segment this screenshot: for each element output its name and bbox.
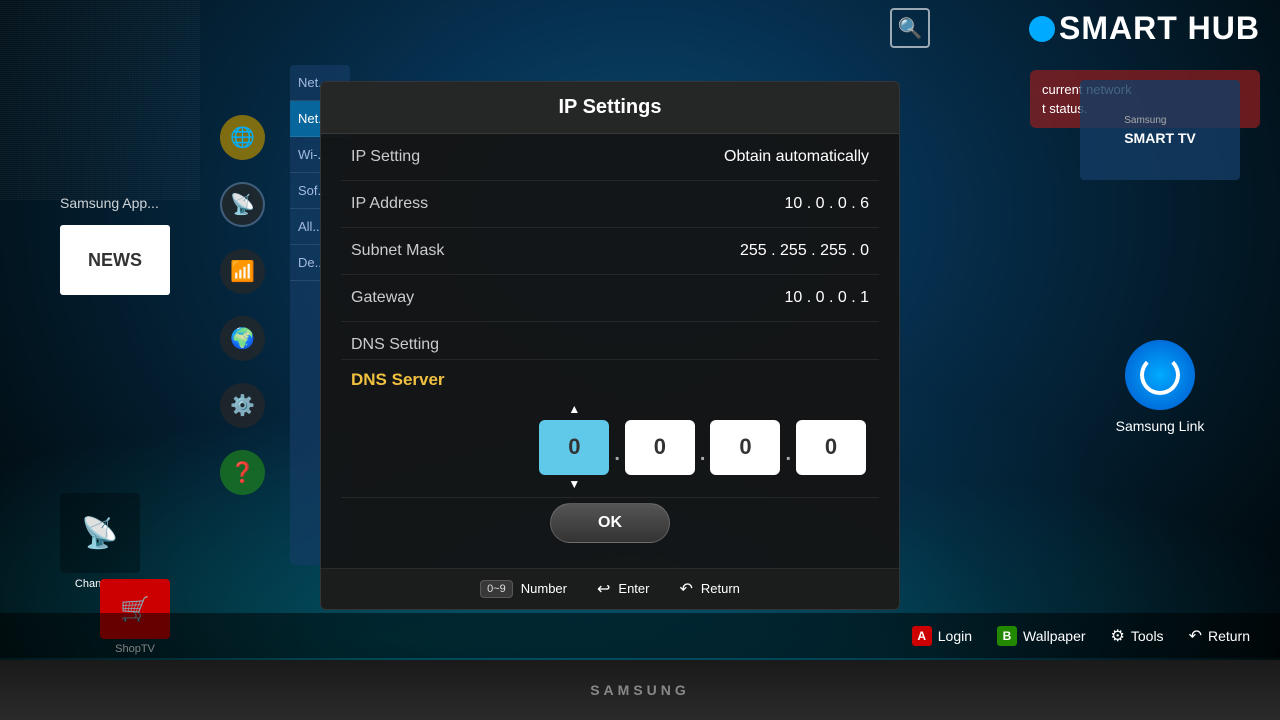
dns-setting-row: DNS Setting — [341, 322, 879, 359]
dns-box-1[interactable]: 0 — [625, 420, 695, 475]
ip-address-value: 10 . 0 . 0 . 6 — [785, 195, 870, 213]
dialog-footer: 0~9 Number ↩ Enter ↶ Return — [321, 568, 899, 609]
dialog-title: IP Settings — [321, 82, 899, 134]
footer-return: ↶ Return — [679, 579, 739, 599]
ok-button[interactable]: OK — [550, 503, 670, 543]
gateway-label: Gateway — [351, 289, 414, 307]
footer-number-label: Number — [521, 581, 567, 596]
footer-number: 0~9 Number — [480, 579, 567, 599]
footer-enter-label: Enter — [618, 581, 649, 596]
gateway-value: 10 . 0 . 0 . 1 — [785, 289, 870, 307]
footer-number-key: 0~9 — [480, 580, 513, 598]
ip-setting-row: IP Setting Obtain automatically — [341, 134, 879, 181]
ip-address-label: IP Address — [351, 195, 428, 213]
dns-box-3[interactable]: 0 — [796, 420, 866, 475]
ip-settings-dialog: IP Settings IP Setting Obtain automatica… — [320, 81, 900, 610]
dialog-body: IP Setting Obtain automatically IP Addre… — [321, 134, 899, 568]
dialog-overlay: IP Settings IP Setting Obtain automatica… — [0, 0, 1280, 720]
dns-dot-1: . — [612, 443, 622, 466]
dns-dot-3: . — [783, 443, 793, 466]
dns-box-0[interactable]: 0 — [539, 420, 609, 475]
dns-down-arrow-0[interactable]: ▼ — [568, 478, 580, 492]
subnet-mask-row: Subnet Mask 255 . 255 . 255 . 0 — [341, 228, 879, 275]
footer-return-icon: ↶ — [679, 579, 692, 599]
subnet-mask-label: Subnet Mask — [351, 242, 444, 260]
gateway-row: Gateway 10 . 0 . 0 . 1 — [341, 275, 879, 322]
dns-dot-2: . — [698, 443, 708, 466]
dns-input-2: 0 — [707, 403, 783, 492]
subnet-mask-value: 255 . 255 . 255 . 0 — [740, 242, 869, 260]
dns-server-label: DNS Server — [351, 370, 445, 390]
footer-enter: ↩ Enter — [597, 579, 649, 599]
footer-return-label: Return — [701, 581, 740, 596]
dns-input-3: 0 — [793, 403, 869, 492]
dns-inputs: ▲ 0 ▼ . 0 . 0 . — [536, 403, 869, 492]
dns-up-arrow-0[interactable]: ▲ — [568, 403, 580, 417]
dns-input-1: 0 — [622, 403, 698, 492]
dns-server-row: DNS Server ▲ 0 ▼ . 0 . — [341, 359, 879, 498]
ip-setting-label: IP Setting — [351, 148, 420, 166]
dns-box-2[interactable]: 0 — [710, 420, 780, 475]
dns-input-0: ▲ 0 ▼ — [536, 403, 612, 492]
ip-address-row: IP Address 10 . 0 . 0 . 6 — [341, 181, 879, 228]
dns-setting-label: DNS Setting — [351, 336, 439, 354]
ip-setting-value: Obtain automatically — [724, 148, 869, 166]
footer-enter-icon: ↩ — [597, 579, 610, 599]
